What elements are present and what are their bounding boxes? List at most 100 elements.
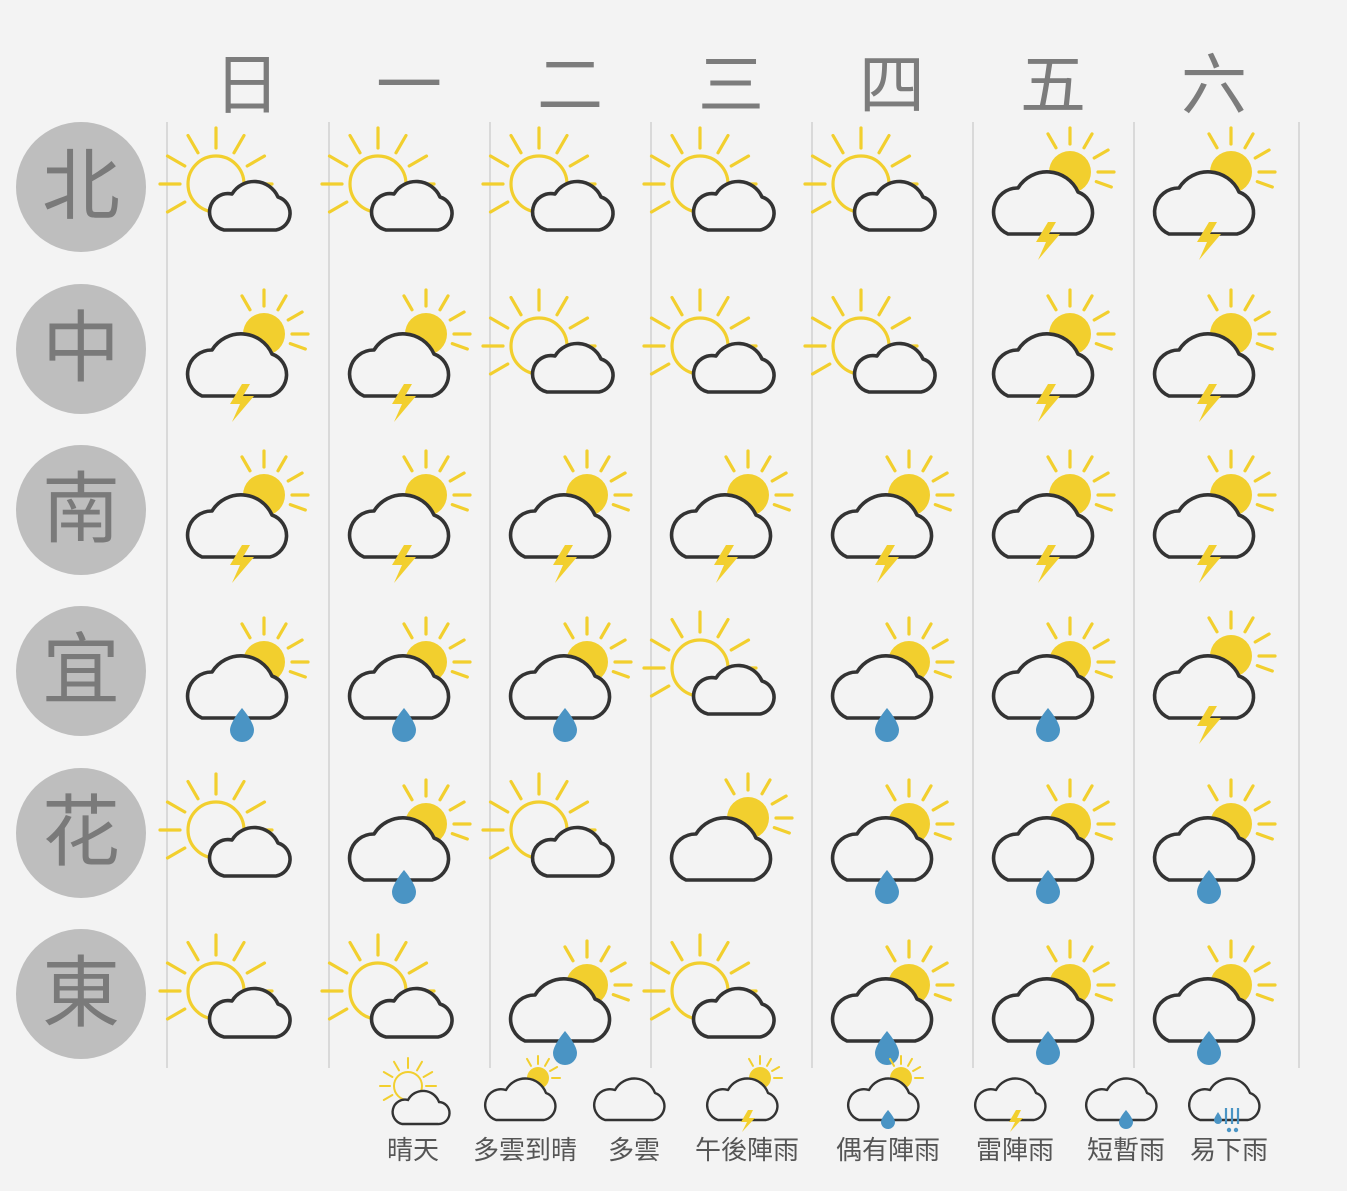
- shower-icon: [991, 616, 1116, 742]
- forecast-cell: [481, 768, 651, 930]
- legend-item: 多雲到晴: [473, 1055, 577, 1178]
- day-label-tue: 二: [537, 47, 603, 124]
- region-badge-hualien: 花: [16, 768, 146, 898]
- region-badge-south: 南: [16, 445, 146, 575]
- partly-cloudy-icon: [803, 126, 937, 232]
- legend-item: 午後陣雨: [695, 1055, 799, 1178]
- shower-icon: [991, 778, 1116, 904]
- legend-likely-rain-icon: [1187, 1077, 1261, 1133]
- thunderstorm-icon: [830, 449, 955, 583]
- legend-item: 多雲: [592, 1058, 667, 1178]
- partly-cloudy-icon: [158, 933, 292, 1039]
- day-label-sat: 六: [1181, 47, 1247, 124]
- forecast-cell: [972, 284, 1134, 446]
- region-badge-yilan: 宜: [16, 606, 146, 736]
- forecast-cell: [481, 284, 651, 446]
- region-badge-taitung: 東: [16, 929, 146, 1059]
- partly-cloudy-icon: [481, 772, 615, 878]
- day-label-thu: 四: [859, 47, 925, 124]
- thunderstorm-icon: [991, 449, 1116, 583]
- legend-afternoon-shower-icon: [705, 1055, 783, 1132]
- day-label-fri: 五: [1020, 47, 1086, 124]
- forecast-cell: [1133, 284, 1295, 446]
- thunderstorm-icon: [1152, 126, 1277, 260]
- region-badge-central: 中: [16, 284, 146, 414]
- shower-icon: [1152, 778, 1277, 904]
- forecast-cell: [158, 122, 328, 284]
- forecast-cell: [158, 768, 328, 930]
- forecast-cell: [328, 284, 490, 446]
- shower-icon: [508, 616, 633, 742]
- day-label-sun: 日: [214, 47, 280, 124]
- forecast-cell: [328, 606, 490, 768]
- thunderstorm-icon: [185, 449, 310, 583]
- thunderstorm-icon: [1152, 610, 1277, 744]
- legend-label: 午後陣雨: [694, 1136, 799, 1166]
- day-label-mon: 一: [376, 47, 442, 124]
- partly-cloudy-icon: [803, 288, 937, 394]
- forecast-cell: [803, 284, 973, 446]
- region-badge-north: 北: [16, 122, 146, 252]
- shower-icon: [830, 616, 955, 742]
- forecast-cell: [1133, 122, 1295, 284]
- forecast-cell: [811, 445, 973, 607]
- forecast-cell: [650, 445, 812, 607]
- partly-cloudy-icon: [158, 126, 292, 232]
- legend-item: 雷陣雨: [973, 1058, 1054, 1178]
- thunderstorm-icon: [991, 126, 1116, 260]
- forecast-cell: [489, 606, 651, 768]
- legend-cloudy-clearing-icon: [483, 1055, 561, 1122]
- legend-thunder-shower-icon: [973, 1077, 1047, 1132]
- legend-item: 易下雨: [1187, 1058, 1268, 1178]
- forecast-cell: [481, 122, 651, 284]
- thunderstorm-icon: [1152, 288, 1277, 422]
- shower-icon: [830, 778, 955, 904]
- legend-label: 偶有陣雨: [835, 1136, 940, 1166]
- cloudy-clearing-icon: [669, 772, 794, 882]
- legend-brief-rain-icon: [1084, 1077, 1158, 1129]
- column-divider: [1298, 122, 1300, 1068]
- forecast-cell: [650, 768, 812, 930]
- forecast-cell: [1133, 606, 1295, 768]
- legend-label: 易下雨: [1189, 1136, 1268, 1166]
- legend-item: 偶有陣雨: [836, 1055, 940, 1178]
- partly-cloudy-icon: [642, 610, 776, 716]
- thunderstorm-icon: [347, 288, 472, 422]
- thunderstorm-icon: [669, 449, 794, 583]
- day-header: 日 一 二 三 四 五 六: [0, 0, 1347, 124]
- thunderstorm-icon: [991, 288, 1116, 422]
- forecast-cell: [811, 768, 973, 930]
- forecast-cell: [489, 445, 651, 607]
- forecast-cell: [166, 445, 328, 607]
- forecast-cell: [972, 122, 1134, 284]
- forecast-cell: [642, 122, 812, 284]
- shower-icon: [185, 616, 310, 742]
- legend-item: 短暫雨: [1084, 1058, 1165, 1178]
- forecast-cell: [166, 284, 328, 446]
- forecast-cell: [328, 445, 490, 607]
- partly-cloudy-icon: [481, 288, 615, 394]
- forecast-cell: [972, 768, 1134, 930]
- forecast-cell: [972, 606, 1134, 768]
- forecast-cell: [811, 606, 973, 768]
- forecast-cell: [158, 929, 328, 1091]
- forecast-cell: [320, 122, 490, 284]
- forecast-cell: [642, 284, 812, 446]
- day-label-wed: 三: [698, 47, 764, 124]
- shower-icon: [347, 778, 472, 904]
- forecast-cell: [166, 606, 328, 768]
- legend-sunny-icon: [379, 1057, 451, 1126]
- partly-cloudy-icon: [158, 772, 292, 878]
- thunderstorm-icon: [347, 449, 472, 583]
- partly-cloudy-icon: [481, 126, 615, 232]
- shower-icon: [347, 616, 472, 742]
- partly-cloudy-icon: [642, 126, 776, 232]
- forecast-cell: [972, 445, 1134, 607]
- thunderstorm-icon: [508, 449, 633, 583]
- legend-occasional-shower-icon: [846, 1055, 924, 1129]
- thunderstorm-icon: [185, 288, 310, 422]
- forecast-cell: [1133, 768, 1295, 930]
- forecast-cell: [1133, 445, 1295, 607]
- forecast-cell: [803, 122, 973, 284]
- legend-item: 晴天: [379, 1057, 451, 1178]
